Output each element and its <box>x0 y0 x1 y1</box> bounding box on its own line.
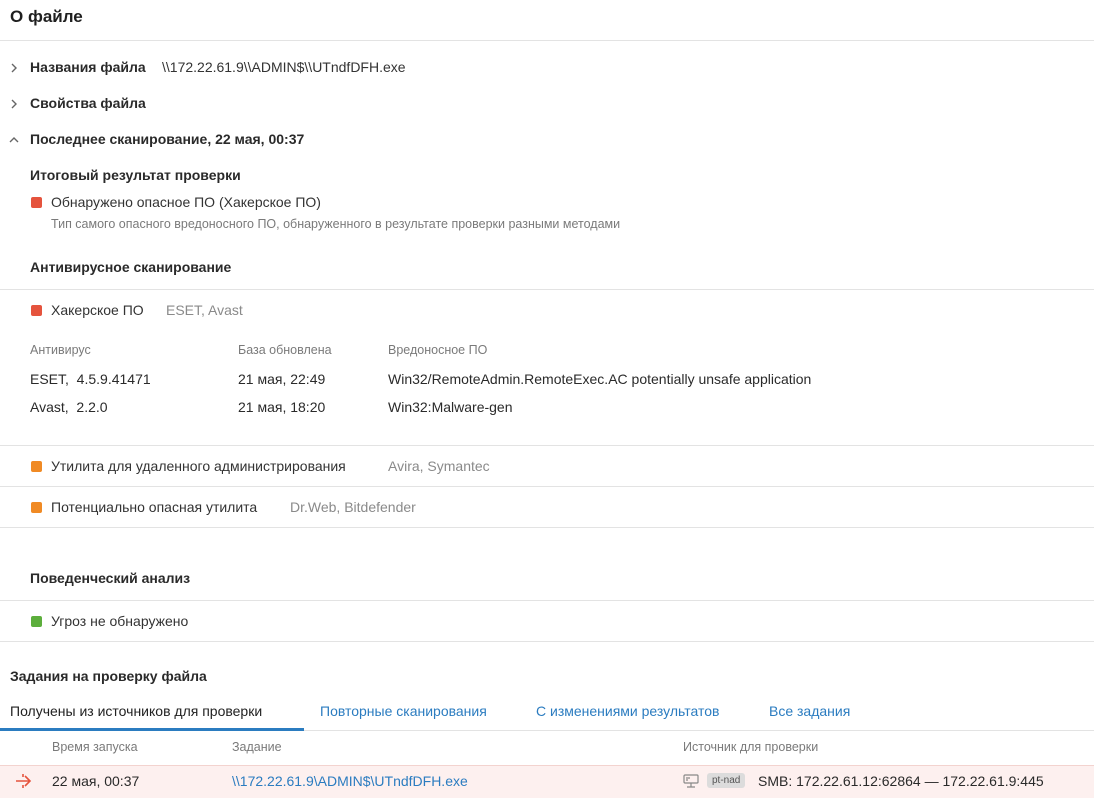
tab-from-sources[interactable]: Получены из источников для проверки <box>10 703 262 719</box>
page-title: О файле <box>10 7 83 26</box>
verdict-hint: Тип самого опасного вредоносного ПО, обн… <box>51 217 621 231</box>
col-db-updated: База обновлена <box>238 343 332 357</box>
chevron-right-icon[interactable] <box>8 98 20 110</box>
av-group-engines: Avira, Symantec <box>388 458 490 474</box>
divider <box>0 641 1094 642</box>
av-group-name: Потенциально опасная утилита <box>51 499 258 515</box>
av-row-malware: Win32/RemoteAdmin.RemoteExec.AC potentia… <box>388 371 812 387</box>
divider <box>0 289 1094 290</box>
tab-changed-results[interactable]: С изменениями результатов <box>536 703 719 719</box>
col-start-time: Время запуска <box>52 740 138 754</box>
status-square-red <box>31 305 42 316</box>
divider <box>0 486 1094 487</box>
col-antivirus: Антивирус <box>30 343 91 357</box>
last-scan-toggle[interactable]: Последнее сканирование, 22 мая, 00:37 <box>30 131 304 147</box>
av-row-malware: Win32:Malware-gen <box>388 399 513 415</box>
col-task: Задание <box>232 740 282 754</box>
behavior-result: Угроз не обнаружено <box>51 613 189 629</box>
file-names-toggle[interactable]: Названия файла <box>30 59 146 75</box>
av-group-name: Хакерское ПО <box>51 302 144 318</box>
col-source: Источник для проверки <box>683 740 819 754</box>
verdict-result: Обнаружено опасное ПО (Хакерское ПО) <box>51 194 321 210</box>
active-tab-indicator <box>0 728 304 731</box>
av-group-engines: ESET, Avast <box>166 302 243 318</box>
file-name-value: \\172.22.61.9\\ADMIN$\\UTndfDFH.exe <box>162 59 406 75</box>
file-properties-toggle[interactable]: Свойства файла <box>30 95 146 111</box>
av-group-engines: Dr.Web, Bitdefender <box>290 499 416 515</box>
network-device-icon <box>683 774 699 788</box>
divider <box>0 445 1094 446</box>
chevron-right-icon[interactable] <box>8 62 20 74</box>
av-row-engine: ESET, 4.5.9.41471 <box>30 371 151 387</box>
tasks-heading: Задания на проверку файла <box>10 668 207 684</box>
av-row-date: 21 мая, 18:20 <box>238 399 326 415</box>
task-time: 22 мая, 00:37 <box>52 773 140 789</box>
status-square-orange <box>31 502 42 513</box>
col-malware: Вредоносное ПО <box>388 343 488 357</box>
av-row-date: 21 мая, 22:49 <box>238 371 326 387</box>
av-row-engine: Avast, 2.2.0 <box>30 399 108 415</box>
status-square-green <box>31 616 42 627</box>
source-badge: pt-nad <box>707 773 746 788</box>
status-square-orange <box>31 461 42 472</box>
chevron-up-icon[interactable] <box>8 134 20 146</box>
divider <box>0 527 1094 528</box>
divider <box>0 600 1094 601</box>
task-link[interactable]: \\172.22.61.9\ADMIN$\UTndfDFH.exe <box>232 773 468 789</box>
network-flow-icon <box>16 774 32 788</box>
task-source: SMB: 172.22.61.12:62864 — 172.22.61.9:44… <box>758 773 1044 789</box>
tab-all-tasks[interactable]: Все задания <box>769 703 850 719</box>
av-group-name: Утилита для удаленного администрирования <box>51 458 346 474</box>
tab-rescans[interactable]: Повторные сканирования <box>320 703 487 719</box>
status-square-red <box>31 197 42 208</box>
verdict-heading: Итоговый результат проверки <box>30 167 241 183</box>
divider <box>0 40 1094 41</box>
behavior-heading: Поведенческий анализ <box>30 570 191 586</box>
av-heading: Антивирусное сканирование <box>30 259 232 275</box>
